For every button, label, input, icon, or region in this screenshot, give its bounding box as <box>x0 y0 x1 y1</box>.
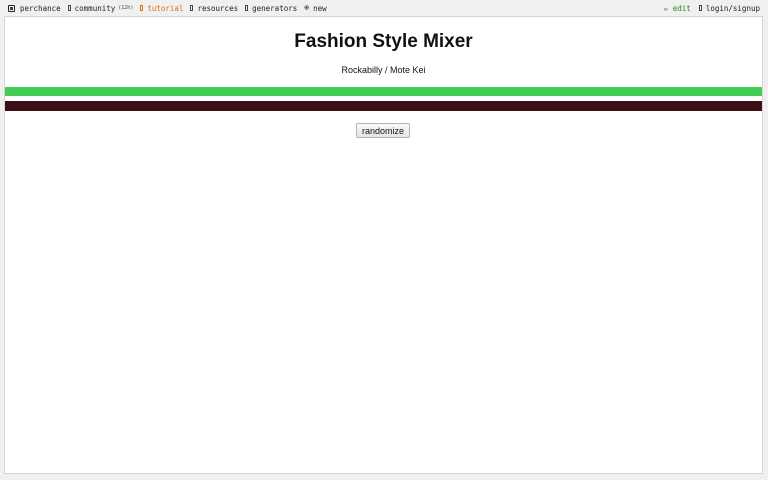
page-title: Fashion Style Mixer <box>294 31 473 52</box>
nav-label-generators: generators <box>252 3 298 13</box>
nav-item-community[interactable]: community (12h) <box>67 3 134 13</box>
nav-right: ✏ edit login/signup <box>664 0 760 16</box>
nav-item-perchance[interactable]: perchance <box>8 4 61 13</box>
chat-icon <box>67 5 71 11</box>
color-swatch-1 <box>5 87 762 96</box>
login-label: login/signup <box>705 3 760 13</box>
folder-icon <box>190 5 194 11</box>
nav-left: perchance community (12h) tutorial resou… <box>8 0 334 16</box>
nav-label-perchance: perchance <box>20 3 61 13</box>
style-result: Rockabilly / Mote Kei <box>341 65 426 75</box>
login-signup-link[interactable]: login/signup <box>698 3 760 13</box>
nav-label-new: new <box>313 3 327 13</box>
nav-label-tutorial: tutorial <box>147 3 184 13</box>
community-badge: (12h) <box>118 5 134 11</box>
top-nav-bar: perchance community (12h) tutorial resou… <box>0 0 768 16</box>
user-icon <box>698 5 702 11</box>
edit-link[interactable]: ✏ edit <box>664 4 691 13</box>
nav-label-community: community <box>74 3 116 13</box>
color-swatch-2 <box>5 101 762 111</box>
die-icon <box>8 4 15 12</box>
list-icon <box>245 5 249 11</box>
generator-panel: Fashion Style Mixer Rockabilly / Mote Ke… <box>4 16 763 474</box>
book-icon <box>140 5 144 11</box>
plus-circle-icon: ⊕ <box>304 3 310 12</box>
randomize-button[interactable]: randomize <box>356 123 411 138</box>
nav-item-tutorial[interactable]: tutorial <box>140 4 183 13</box>
nav-label-resources: resources <box>197 3 239 13</box>
nav-item-resources[interactable]: resources <box>190 4 238 13</box>
nav-item-generators[interactable]: generators <box>245 4 297 13</box>
nav-item-new[interactable]: ⊕ new <box>304 4 326 13</box>
